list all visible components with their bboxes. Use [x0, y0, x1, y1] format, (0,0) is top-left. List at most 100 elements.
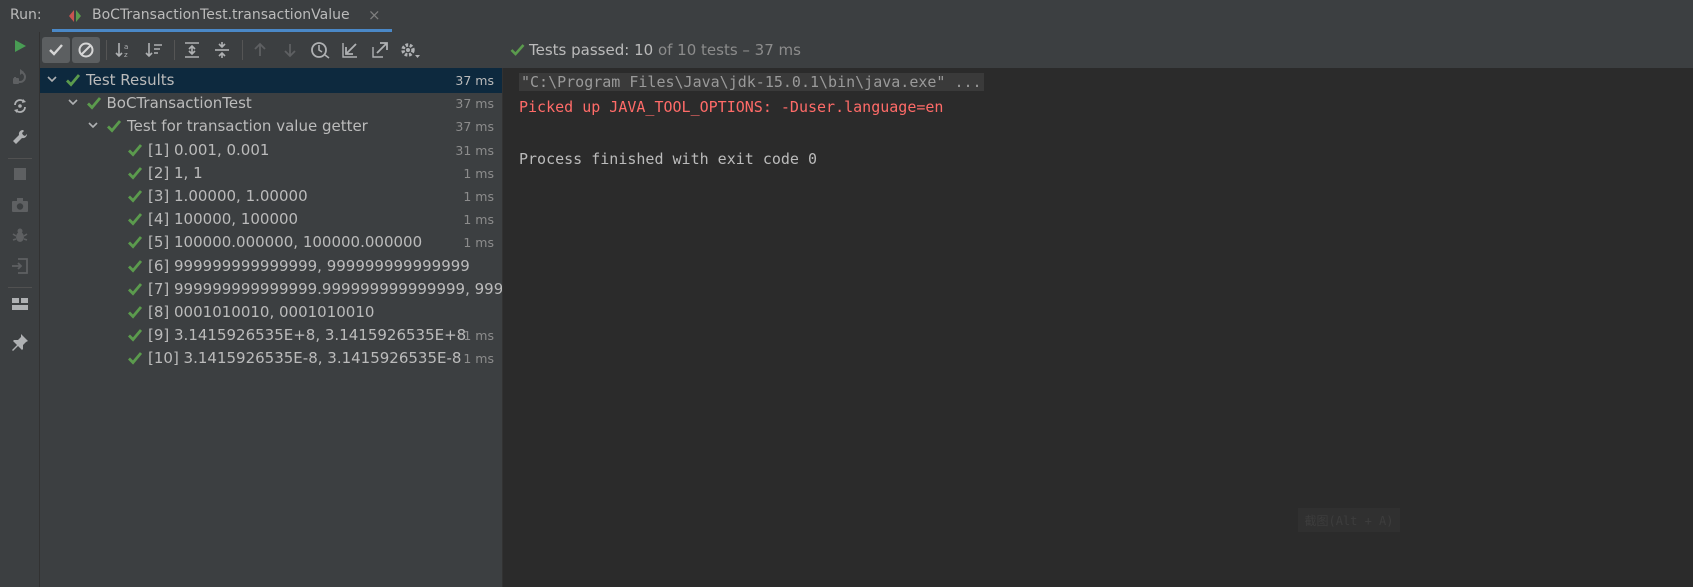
- passed-check-icon: [128, 167, 143, 180]
- debug-icon: [12, 228, 28, 242]
- tree-root-row[interactable]: Test Results 37 ms: [40, 68, 502, 93]
- chevron-down-icon[interactable]: [67, 96, 79, 108]
- import-tests-button[interactable]: [336, 37, 364, 63]
- test-case-row[interactable]: [7] 999999999999999.999999999999999, 999…: [40, 277, 502, 302]
- test-duration: 37 ms: [455, 96, 494, 111]
- left-toolbar-separator: [8, 158, 32, 159]
- collapse-all-icon: [215, 42, 229, 58]
- sort-by-duration-button[interactable]: [140, 37, 168, 63]
- toggle-auto-test-icon: [14, 99, 26, 113]
- previous-failed-test-button[interactable]: [246, 37, 274, 63]
- pin-icon: [12, 334, 28, 351]
- test-runner-toolbar: a z: [40, 32, 502, 68]
- chevron-down-icon[interactable]: [46, 73, 58, 85]
- tree-row-label: [7] 999999999999999.999999999999999, 999…: [148, 280, 502, 298]
- show-ignored-toggle[interactable]: [72, 37, 100, 63]
- exit-button[interactable]: [9, 255, 31, 277]
- exit-icon: [12, 258, 28, 274]
- tree-row-label: [1] 0.001, 0.001: [148, 141, 270, 159]
- test-duration: 1 ms: [463, 328, 494, 343]
- passed-check-icon: [510, 44, 525, 56]
- passed-check-icon: [128, 352, 143, 365]
- test-case-row[interactable]: [8] 0001010010, 0001010010: [40, 300, 502, 325]
- chevron-down-icon[interactable]: [87, 119, 99, 131]
- tree-row-label: Test Results: [86, 71, 175, 89]
- debug-button[interactable]: [9, 225, 31, 247]
- test-case-row[interactable]: [2] 1, 1 1 ms: [40, 161, 502, 186]
- tree-row-label: [2] 1, 1: [148, 164, 203, 182]
- show-passed-toggle[interactable]: [42, 37, 70, 63]
- stop-button[interactable]: [9, 163, 31, 185]
- show-passed-icon: [49, 44, 63, 56]
- next-test-icon: [284, 44, 296, 58]
- rerun-failed-button[interactable]: [9, 66, 31, 88]
- test-case-row[interactable]: [4] 100000, 100000 1 ms: [40, 207, 502, 232]
- test-history-icon: [311, 42, 330, 59]
- svg-text:z: z: [124, 51, 128, 59]
- test-duration: 37 ms: [455, 73, 494, 88]
- tree-suite-row[interactable]: BoCTransactionTest 37 ms: [40, 91, 502, 116]
- export-tests-button[interactable]: [366, 37, 394, 63]
- test-duration: 1 ms: [463, 235, 494, 250]
- tree-row-label: [10] 3.1415926535E-8, 3.1415926535E-8: [148, 349, 462, 367]
- rerun-button[interactable]: [9, 35, 31, 57]
- restore-layout-button[interactable]: [9, 293, 31, 315]
- sort-alphabetically-button[interactable]: a z: [110, 37, 138, 63]
- junit-icon: [69, 10, 81, 22]
- console-output[interactable]: "C:\Program Files\Java\jdk-15.0.1\bin\ja…: [502, 68, 1693, 587]
- collapse-all-button[interactable]: [208, 37, 236, 63]
- close-icon[interactable]: ×: [368, 6, 381, 24]
- run-configuration-tab[interactable]: BoCTransactionTest.transactionValue ×: [52, 0, 392, 32]
- layout-icon: [12, 298, 28, 310]
- test-case-row[interactable]: [9] 3.1415926535E+8, 3.1415926535E+8 1 ms: [40, 323, 502, 348]
- test-history-button[interactable]: [306, 37, 334, 63]
- next-failed-test-button[interactable]: [276, 37, 304, 63]
- svg-text:a: a: [124, 43, 128, 51]
- tree-row-label: [6] 999999999999999, 999999999999999: [148, 257, 470, 275]
- rerun-icon: [15, 40, 26, 52]
- toggle-auto-test-button[interactable]: [9, 95, 31, 117]
- tree-row-label: [4] 100000, 100000: [148, 210, 299, 228]
- test-case-row[interactable]: [6] 999999999999999, 999999999999999: [40, 254, 502, 279]
- left-vertical-toolbar: [0, 32, 40, 587]
- test-duration: 1 ms: [463, 189, 494, 204]
- camera-icon: [12, 198, 28, 212]
- passed-check-icon: [128, 306, 143, 319]
- passed-check-icon: [66, 74, 81, 87]
- test-settings-button[interactable]: [396, 37, 424, 63]
- toolbar-separator: [106, 40, 107, 60]
- show-ignored-icon: [78, 42, 94, 58]
- test-duration: 1 ms: [463, 351, 494, 366]
- thread-dump-button[interactable]: [9, 194, 31, 216]
- tree-row-label: Test for transaction value getter: [127, 117, 368, 135]
- expand-all-button[interactable]: [178, 37, 206, 63]
- passed-check-icon: [128, 236, 143, 249]
- run-label: Run:: [10, 7, 42, 23]
- test-results-tree[interactable]: Test Results 37 ms BoCTransactionTest 37 ms…: [40, 68, 502, 587]
- expand-all-icon: [185, 42, 199, 58]
- passed-check-icon: [128, 144, 143, 157]
- console-stderr-line: Picked up JAVA_TOOL_OPTIONS: -Duser.lang…: [519, 98, 944, 116]
- wrench-icon: [13, 129, 28, 144]
- run-tool-window-header: Run: BoCTransactionTest.transactionValue…: [0, 0, 1693, 32]
- test-case-row[interactable]: [3] 1.00000, 1.00000 1 ms: [40, 184, 502, 209]
- stop-icon: [14, 168, 26, 180]
- console-command-line[interactable]: "C:\Program Files\Java\jdk-15.0.1\bin\ja…: [519, 73, 984, 91]
- run-tab-title: BoCTransactionTest.transactionValue: [92, 7, 350, 23]
- tree-row-label: [8] 0001010010, 0001010010: [148, 303, 375, 321]
- tests-total-summary: of 10 tests – 37 ms: [657, 41, 801, 59]
- pin-tab-button[interactable]: [9, 331, 31, 353]
- import-tests-icon: [342, 43, 357, 58]
- test-case-row[interactable]: [10] 3.1415926535E-8, 3.1415926535E-8 1 m…: [40, 346, 502, 371]
- passed-check-icon: [128, 329, 143, 342]
- test-case-row[interactable]: [1] 0.001, 0.001 31 ms: [40, 138, 502, 163]
- test-case-row[interactable]: [5] 100000.000000, 100000.000000 1 ms: [40, 230, 502, 255]
- test-duration: 37 ms: [455, 119, 494, 134]
- tree-suite-row[interactable]: Test for transaction value getter 37 ms: [40, 114, 502, 139]
- sort-by-duration-icon: [145, 43, 162, 58]
- settings-wrench-button[interactable]: [9, 126, 31, 148]
- tests-passed-label: Tests passed:: [529, 41, 630, 59]
- sort-alphabetically-icon: a z: [115, 43, 128, 59]
- left-toolbar-separator: [8, 287, 32, 288]
- test-duration: 1 ms: [463, 166, 494, 181]
